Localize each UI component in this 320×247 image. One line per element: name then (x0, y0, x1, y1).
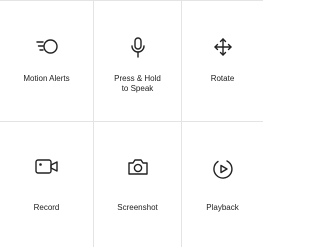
motion-alerts-icon (35, 39, 58, 54)
camera-icon (127, 159, 148, 175)
motion-alerts-button[interactable]: Motion Alerts (0, 1, 94, 122)
rotate-label: Rotate (210, 74, 235, 83)
screenshot-button[interactable]: Screenshot (94, 122, 182, 247)
video-camera-icon (34, 159, 58, 174)
record-label: Record (33, 203, 60, 212)
record-button[interactable]: Record (0, 122, 94, 247)
press-hold-to-speak-button[interactable]: Press & Hold to Speak (94, 1, 182, 122)
move-arrows-icon (213, 38, 232, 56)
play-circle-icon (212, 160, 233, 179)
rotate-button[interactable]: Rotate (182, 1, 263, 122)
camera-controls-grid: Motion Alerts Press & Hold to Speak Rota… (0, 0, 263, 247)
playback-button[interactable]: Playback (182, 122, 263, 247)
microphone-icon (130, 37, 145, 58)
screenshot-label: Screenshot (117, 203, 158, 212)
motion-alerts-label: Motion Alerts (23, 74, 70, 83)
press-hold-to-speak-label: Press & Hold to Speak (114, 74, 161, 93)
playback-label: Playback (206, 203, 239, 212)
